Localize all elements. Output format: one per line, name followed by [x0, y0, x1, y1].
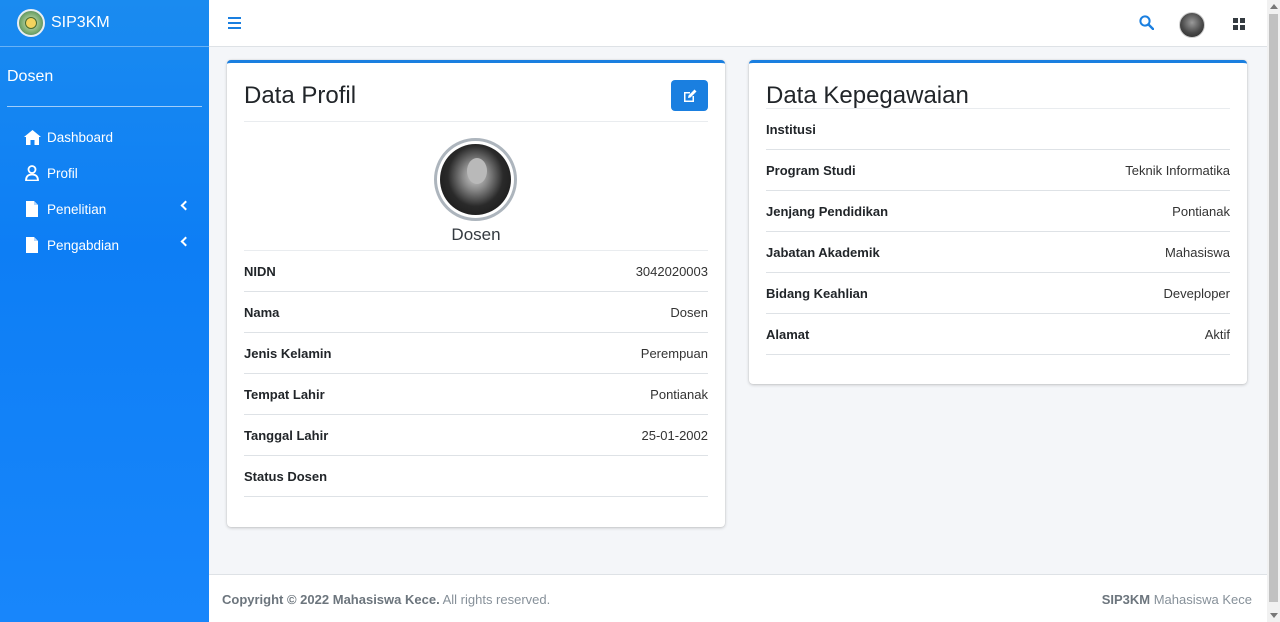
brand-link[interactable]: SIP3KM	[0, 0, 209, 47]
kepeg-row-bidang-keahlian: Bidang Keahlian Deveploper	[766, 273, 1230, 314]
user-panel: Dosen	[7, 47, 202, 107]
sidebar-item-label: Profil	[47, 165, 78, 181]
sidebar-user-name[interactable]: Dosen	[7, 68, 53, 86]
profil-card: Data Profil Dosen NIDN 3042020003 Nama Dos…	[227, 60, 725, 527]
row-value: Dosen	[670, 304, 708, 320]
kepeg-row-institusi: Institusi	[766, 109, 1230, 150]
profil-detail-list: NIDN 3042020003 Nama Dosen Jenis Kelamin Pe…	[244, 251, 708, 497]
sidebar-item-dashboard[interactable]: Dashboard	[0, 119, 209, 155]
row-label: Alamat	[766, 326, 810, 342]
sidebar-item-label: Penelitian	[47, 201, 107, 217]
row-label: Tanggal Lahir	[244, 427, 329, 443]
footer-brand-text: Mahasiswa Kece	[1153, 592, 1252, 607]
edit-icon	[683, 89, 696, 102]
row-value: Aktif	[1204, 326, 1230, 342]
kepeg-row-jenjang-pendidikan: Jenjang Pendidikan Pontianak	[766, 191, 1230, 232]
kepeg-row-alamat: Alamat Aktif	[766, 314, 1230, 355]
row-value: Pontianak	[650, 386, 708, 402]
copyright-owner-link[interactable]: Mahasiswa Kece.	[333, 592, 440, 607]
file-icon	[23, 236, 41, 254]
row-label: Nama	[244, 304, 280, 320]
sidebar: SIP3KM Dosen Dashboard Profil Penelitian	[0, 0, 209, 622]
footer-copyright: Copyright © 2022 Mahasiswa Kece. All rig…	[222, 592, 550, 607]
kepegawaian-detail-list: Institusi Program Studi Teknik Informatik…	[766, 109, 1230, 355]
copyright-prefix: Copyright © 2022	[222, 592, 330, 607]
row-label: Tempat Lahir	[244, 386, 325, 402]
profil-row-tempat-lahir: Tempat Lahir Pontianak	[244, 374, 708, 415]
kepeg-row-jabatan-akademik: Jabatan Akademik Mahasiswa	[766, 232, 1230, 273]
copyright-suffix: All rights reserved.	[442, 592, 551, 607]
row-value: Mahasiswa	[1164, 244, 1230, 260]
sidebar-item-profil[interactable]: Profil	[0, 155, 209, 191]
file-icon	[23, 200, 41, 218]
sidebar-item-label: Pengabdian	[47, 237, 120, 253]
row-value: Teknik Informatika	[1125, 162, 1230, 178]
user-icon	[23, 164, 41, 182]
profile-name: Dosen	[451, 225, 501, 244]
row-value: 3042020003	[635, 263, 708, 279]
kepegawaian-card: Data Kepegawaian Institusi Program Studi…	[749, 60, 1247, 384]
search-icon[interactable]	[1139, 15, 1155, 31]
user-avatar[interactable]	[1179, 12, 1205, 38]
profil-row-nama: Nama Dosen	[244, 292, 708, 333]
scrollbar-thumb[interactable]	[1269, 14, 1278, 602]
edit-profile-button[interactable]	[671, 80, 708, 111]
row-label: NIDN	[244, 263, 276, 279]
footer-brand: SIP3KM Mahasiswa Kece	[1102, 592, 1252, 607]
footer-brand-name: SIP3KM	[1101, 592, 1151, 607]
sidebar-item-label: Dashboard	[47, 129, 114, 145]
profil-card-title: Data Profil	[244, 82, 357, 109]
brand-logo	[17, 9, 45, 37]
apps-grid-icon[interactable]	[1233, 18, 1245, 30]
brand-name: SIP3KM	[51, 14, 110, 31]
chevron-left-icon	[180, 236, 191, 247]
row-value: Perempuan	[640, 345, 708, 361]
chevron-left-icon	[180, 200, 191, 211]
row-label: Jabatan Akademik	[766, 244, 880, 260]
footer: Copyright © 2022 Mahasiswa Kece. All rig…	[209, 574, 1267, 622]
divider	[244, 121, 708, 122]
home-icon	[23, 128, 41, 146]
row-label: Bidang Keahlian	[766, 285, 868, 301]
row-label: Program Studi	[766, 162, 856, 178]
page-scrollbar[interactable]	[1267, 0, 1280, 622]
profile-avatar	[434, 138, 517, 221]
kepeg-row-program-studi: Program Studi Teknik Informatika	[766, 150, 1230, 191]
sidebar-item-pengabdian[interactable]: Pengabdian	[0, 227, 209, 263]
row-label: Jenjang Pendidikan	[766, 203, 889, 219]
row-label: Institusi	[766, 121, 816, 137]
row-value: 25-01-2002	[641, 427, 709, 443]
scroll-up-arrow-icon[interactable]	[1270, 4, 1278, 9]
row-label: Jenis Kelamin	[244, 345, 332, 361]
profil-row-jenis-kelamin: Jenis Kelamin Perempuan	[244, 333, 708, 374]
menu-toggle-icon[interactable]	[228, 17, 241, 29]
profil-row-tanggal-lahir: Tanggal Lahir 25-01-2002	[244, 415, 708, 456]
sidebar-item-penelitian[interactable]: Penelitian	[0, 191, 209, 227]
scroll-down-arrow-icon[interactable]	[1270, 613, 1278, 618]
profil-row-status-dosen: Status Dosen	[244, 456, 708, 497]
row-value: Deveploper	[1163, 285, 1231, 301]
row-label: Status Dosen	[244, 468, 328, 484]
row-value: Pontianak	[1172, 203, 1230, 219]
top-navbar	[209, 0, 1267, 47]
profil-row-nidn: NIDN 3042020003	[244, 251, 708, 292]
sidebar-nav: Dashboard Profil Penelitian Pengabdian	[0, 119, 209, 263]
kepegawaian-card-title: Data Kepegawaian	[766, 82, 969, 109]
